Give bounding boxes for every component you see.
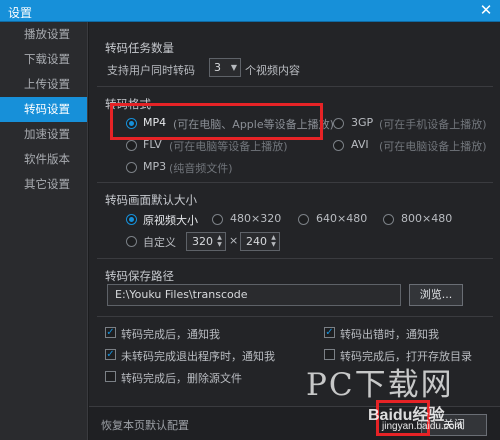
path-section-title: 转码保存路径 xyxy=(105,269,174,283)
label-notify-error: 转码出错时，通知我 xyxy=(340,328,439,341)
times-sign: × xyxy=(229,234,239,247)
title-bar: 设置 ✕ xyxy=(0,0,500,22)
tasks-section-title: 转码任务数量 xyxy=(105,41,174,55)
sidebar-item-playback[interactable]: 播放设置 xyxy=(0,22,87,47)
size-label-640x480: 640×480 xyxy=(316,212,368,225)
sidebar-item-other[interactable]: 其它设置 xyxy=(0,172,87,197)
browse-button[interactable]: 浏览... xyxy=(409,284,463,306)
sidebar-item-version[interactable]: 软件版本 xyxy=(0,147,87,172)
custom-height-value: 240 xyxy=(246,235,267,248)
size-radio-custom[interactable] xyxy=(126,236,137,247)
save-path-input[interactable]: E:\Youku Files\transcode xyxy=(107,284,401,306)
label-delete-source: 转码完成后，删除源文件 xyxy=(121,372,242,385)
format-radio-mp3[interactable] xyxy=(126,162,137,173)
watermark: PC下载网 Baidu经验 jingyan.baidu.com xyxy=(306,355,500,440)
divider xyxy=(97,182,493,183)
tasks-prefix: 支持用户同时转码 xyxy=(107,64,195,77)
divider xyxy=(97,316,493,317)
stepper-arrows-icon[interactable]: ▲ ▼ xyxy=(215,234,224,249)
settings-sidebar: 播放设置 下载设置 上传设置 转码设置 加速设置 软件版本 其它设置 xyxy=(0,22,88,440)
format-label-3gp: 3GP xyxy=(351,116,374,129)
checkbox-notify-exit[interactable] xyxy=(105,349,116,360)
sidebar-item-transcode[interactable]: 转码设置 xyxy=(0,97,87,122)
watermark-baidu-url: jingyan.baidu.com xyxy=(382,421,463,432)
custom-width-stepper[interactable]: 320 ▲ ▼ xyxy=(186,232,226,251)
format-note-avi: (可在电脑设备上播放) xyxy=(379,140,487,153)
size-label-original: 原视频大小 xyxy=(143,214,198,227)
watermark-site-text: PC下载网 xyxy=(306,367,454,403)
checkbox-notify-error[interactable] xyxy=(324,327,335,338)
label-notify-complete: 转码完成后，通知我 xyxy=(121,328,220,341)
highlight-box-mp4 xyxy=(110,103,323,140)
size-label-custom: 自定义 xyxy=(143,236,176,249)
size-radio-480x320[interactable] xyxy=(212,214,223,225)
size-radio-original[interactable] xyxy=(126,214,137,225)
size-label-480x320: 480×320 xyxy=(230,212,282,225)
format-note-3gp: (可在手机设备上播放) xyxy=(379,118,487,131)
size-section-title: 转码画面默认大小 xyxy=(105,193,197,207)
size-radio-800x480[interactable] xyxy=(383,214,394,225)
divider xyxy=(97,86,493,87)
format-note-mp3: (纯音频文件) xyxy=(169,162,233,175)
label-notify-exit: 未转码完成退出程序时，通知我 xyxy=(121,350,275,363)
size-radio-640x480[interactable] xyxy=(298,214,309,225)
divider xyxy=(97,258,493,259)
close-icon[interactable]: ✕ xyxy=(478,2,494,18)
sidebar-item-upload[interactable]: 上传设置 xyxy=(0,72,87,97)
checkbox-delete-source[interactable] xyxy=(105,371,116,382)
format-radio-flv[interactable] xyxy=(126,140,137,151)
task-count-value: 3 xyxy=(214,61,221,74)
restore-defaults-link[interactable]: 恢复本页默认配置 xyxy=(101,417,189,433)
task-count-select[interactable]: 3 ▼ xyxy=(209,58,241,77)
format-radio-3gp[interactable] xyxy=(333,118,344,129)
format-label-avi: AVI xyxy=(351,138,369,151)
format-radio-avi[interactable] xyxy=(333,140,344,151)
custom-height-stepper[interactable]: 240 ▲ ▼ xyxy=(240,232,280,251)
tasks-suffix: 个视频内容 xyxy=(245,64,300,77)
chevron-down-icon: ▼ xyxy=(230,63,237,72)
format-label-mp3: MP3 xyxy=(143,160,167,173)
size-label-800x480: 800×480 xyxy=(401,212,453,225)
format-note-flv: (可在电脑等设备上播放) xyxy=(169,140,288,153)
window-title: 设置 xyxy=(8,6,33,20)
sidebar-item-download[interactable]: 下载设置 xyxy=(0,47,87,72)
checkbox-notify-complete[interactable] xyxy=(105,327,116,338)
custom-width-value: 320 xyxy=(192,235,213,248)
stepper-arrows-icon[interactable]: ▲ ▼ xyxy=(269,234,278,249)
sidebar-item-acceleration[interactable]: 加速设置 xyxy=(0,122,87,147)
